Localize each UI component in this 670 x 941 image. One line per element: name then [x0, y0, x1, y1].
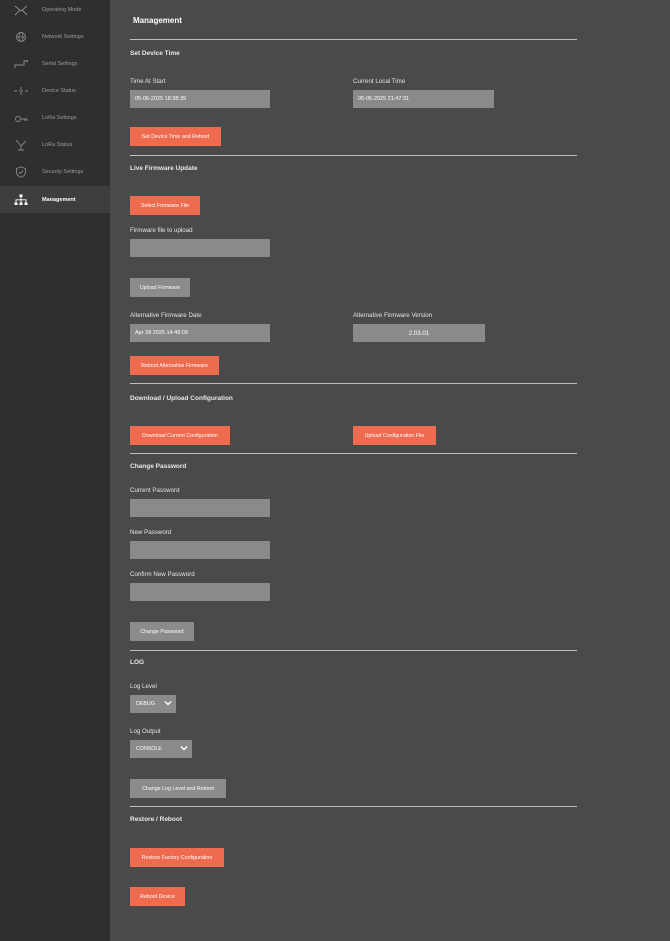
page-title: Management	[133, 16, 182, 25]
set-device-time-button[interactable]: Set Device Time and Reboot	[130, 127, 221, 146]
divider	[130, 650, 577, 651]
operating-mode-icon	[14, 4, 28, 16]
time-at-start-label: Time At Start	[130, 78, 166, 85]
upload-config-button[interactable]: Upload Configuration File	[353, 426, 436, 445]
chevron-down-icon	[164, 701, 172, 706]
download-config-button[interactable]: Download Current Configuration	[130, 426, 230, 445]
section-title-log: LOG	[130, 659, 145, 666]
serial-icon	[14, 58, 28, 70]
log-level-select[interactable]: DEBUG	[130, 695, 176, 713]
current-password-input[interactable]	[130, 499, 270, 517]
sidebar-item-label: LoRa Status	[42, 141, 73, 148]
sidebar-item-device-status[interactable]: Device Status	[0, 77, 110, 104]
section-title-password: Change Password	[130, 463, 187, 470]
log-level-label: Log Level	[130, 683, 157, 690]
alt-firmware-version-label: Alternative Firmware Version	[353, 312, 433, 319]
log-output-label: Log Output	[130, 728, 161, 735]
divider	[130, 383, 577, 384]
log-output-select[interactable]: CONSOLE	[130, 740, 192, 758]
sidebar-item-management[interactable]: Management	[0, 186, 110, 213]
section-title-config: Download / Upload Configuration	[130, 395, 233, 402]
alt-firmware-date-label: Alternative Firmware Date	[130, 312, 202, 319]
time-at-start-field[interactable]: 05-05-2025 18:38:39	[130, 90, 270, 108]
confirm-password-input[interactable]	[130, 583, 270, 601]
upload-firmware-button[interactable]: Upload Firmware	[130, 278, 190, 297]
globe-icon	[14, 31, 28, 43]
divider	[130, 155, 577, 156]
section-title-restore: Restore / Reboot	[130, 816, 183, 823]
reboot-alt-firmware-button[interactable]: Reboot Alternative Firmware	[130, 356, 219, 375]
new-password-label: New Password	[130, 529, 172, 536]
log-output-value: CONSOLE	[136, 746, 162, 752]
sidebar-item-lora-status[interactable]: LoRa Status	[0, 131, 110, 158]
sidebar-item-lora-settings[interactable]: LoRa Settings	[0, 104, 110, 131]
log-level-value: DEBUG	[136, 701, 155, 707]
network-tree-icon	[14, 194, 28, 206]
sidebar-item-serial-settings[interactable]: Serial Settings	[0, 50, 110, 77]
divider	[130, 806, 577, 807]
sidebar-item-security-settings[interactable]: Security Settings	[0, 158, 110, 185]
main-content: Management Set Device Time Time At Start…	[110, 0, 670, 941]
restore-factory-button[interactable]: Restore Factory Configuration	[130, 848, 224, 867]
change-log-level-button[interactable]: Change Log Level and Reboot	[130, 779, 226, 798]
current-password-label: Current Password	[130, 487, 180, 494]
reboot-device-button[interactable]: Reboot Device	[130, 887, 185, 906]
sidebar-item-label: Device Status	[42, 87, 76, 94]
shield-icon	[14, 165, 28, 178]
sidebar-item-label: Serial Settings	[42, 60, 78, 67]
lora-settings-icon	[14, 112, 28, 124]
alt-firmware-date-field[interactable]: Apr 28 2025 14:48:09	[130, 324, 270, 342]
sidebar-item-label: Security Settings	[42, 168, 84, 175]
firmware-file-field[interactable]	[130, 239, 270, 257]
divider	[130, 39, 577, 40]
sidebar-item-network-settings[interactable]: Network Settings	[0, 23, 110, 50]
section-title-device-time: Set Device Time	[130, 50, 180, 57]
sidebar-item-label: Operating Mode	[42, 6, 82, 13]
section-title-firmware: Live Firmware Update	[130, 165, 198, 172]
sidebar: Operating Mode Network Settings Serial S…	[0, 0, 110, 941]
new-password-input[interactable]	[130, 541, 270, 559]
confirm-password-label: Confirm New Password	[130, 571, 195, 578]
sidebar-item-operating-mode[interactable]: Operating Mode	[0, 0, 110, 23]
current-local-time-field[interactable]: 05-05-2025 21:47:31	[353, 90, 494, 108]
current-local-time-label: Current Local Time	[353, 78, 406, 85]
firmware-file-label: Firmware file to upload	[130, 227, 193, 234]
lora-status-icon	[14, 139, 28, 151]
alt-firmware-version-field[interactable]: 2.03.01	[353, 324, 485, 342]
sidebar-item-label: LoRa Settings	[42, 114, 77, 121]
chevron-down-icon	[180, 746, 188, 751]
device-status-icon	[14, 85, 28, 97]
change-password-button[interactable]: Change Password	[130, 622, 194, 641]
divider	[130, 453, 577, 454]
sidebar-item-label: Network Settings	[42, 33, 84, 40]
select-firmware-button[interactable]: Select Firmware File	[130, 196, 200, 215]
sidebar-item-label: Management	[42, 196, 76, 203]
